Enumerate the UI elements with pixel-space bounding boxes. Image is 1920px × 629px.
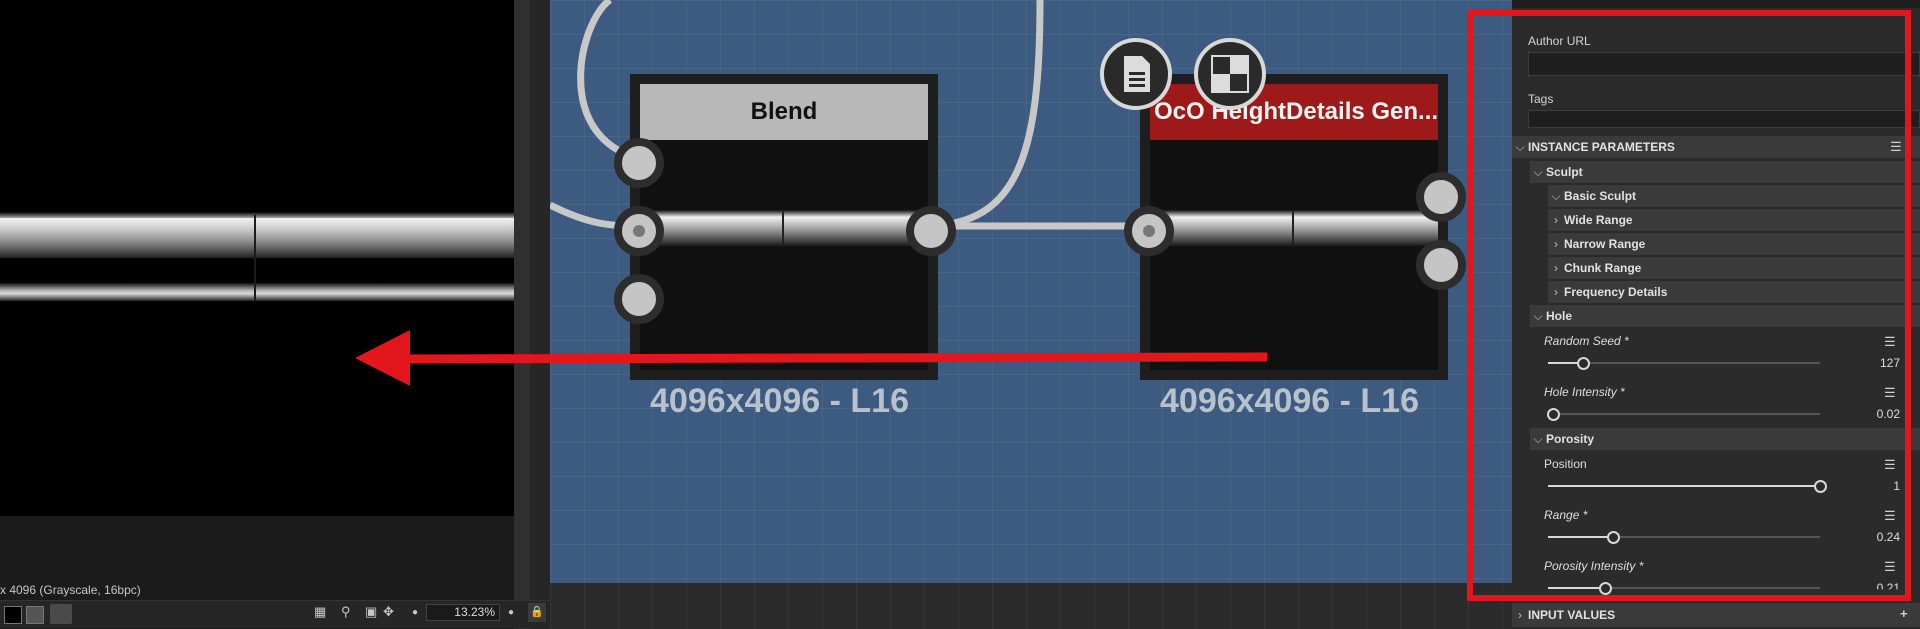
input-values-header[interactable]: › INPUT VALUES: [1512, 603, 1920, 627]
checker-button[interactable]: [1194, 38, 1266, 110]
image-info-text: x 4096 (Grayscale, 16bpc): [0, 583, 141, 597]
node-resolution: 4096x4096 - L16: [650, 382, 909, 420]
black-swatch[interactable]: [4, 606, 22, 624]
input-port[interactable]: [1124, 206, 1174, 256]
node-thumbnail-seam: [1292, 210, 1294, 246]
graph-canvas[interactable]: Blend 4096x4096 - L16 OcO HeightDetails …: [550, 0, 1512, 583]
2d-view-scrollbar[interactable]: [514, 0, 530, 629]
color-channel-button[interactable]: [50, 604, 72, 624]
fit-icon[interactable]: ▣: [365, 604, 377, 620]
node-thumbnail-seam: [782, 210, 784, 246]
output-port[interactable]: [906, 206, 956, 256]
gray-swatch[interactable]: [26, 606, 44, 624]
node-resolution: 4096x4096 - L16: [1160, 382, 1419, 420]
output-port[interactable]: [1416, 240, 1466, 290]
pan-icon[interactable]: ✥: [383, 604, 394, 620]
input-port[interactable]: [614, 206, 664, 256]
chevron-right-icon: ›: [1518, 608, 1522, 622]
zoom-icon[interactable]: ●: [412, 607, 418, 618]
annotation-highlight-box: [1467, 10, 1911, 601]
node-thumbnail: [640, 210, 928, 246]
document-button[interactable]: [1100, 38, 1172, 110]
document-icon: [1124, 56, 1150, 92]
blend-node[interactable]: Blend: [630, 74, 938, 380]
connection-wire: [924, 0, 1044, 230]
plus-icon[interactable]: +: [1900, 606, 1908, 621]
input-port[interactable]: [614, 274, 664, 324]
heightdetails-node[interactable]: OcO HeightDetails Gen...: [1140, 74, 1448, 380]
node-thumbnail: [1150, 210, 1438, 246]
zoom-input[interactable]: 13.23%: [426, 604, 500, 621]
lock-icon[interactable]: 🔒: [528, 603, 546, 622]
figure-icon[interactable]: ⚲: [341, 604, 351, 620]
node-title: OcO HeightDetails Gen...: [1150, 84, 1438, 140]
zoom-reset-icon[interactable]: ●: [508, 607, 514, 618]
grid-icon[interactable]: ▦: [314, 604, 326, 620]
node-title: Blend: [640, 84, 928, 140]
input-values-label: INPUT VALUES: [1528, 608, 1616, 622]
graph-bottom-area: [550, 583, 1512, 629]
2d-view-panel: [0, 0, 530, 629]
checker-icon: [1211, 55, 1249, 93]
2d-view-canvas[interactable]: [0, 0, 514, 516]
annotation-arrow: [0, 0, 514, 516]
input-port[interactable]: [614, 138, 664, 188]
output-port[interactable]: [1416, 172, 1466, 222]
panel-top-strip: [1512, 0, 1920, 8]
